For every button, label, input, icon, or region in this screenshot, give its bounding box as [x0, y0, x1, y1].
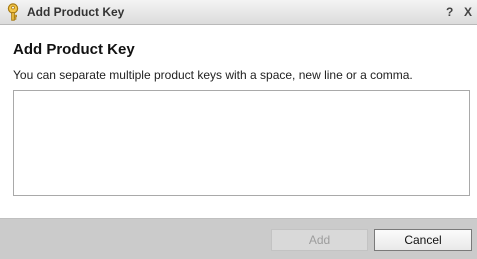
dialog-titlebar[interactable]: Add Product Key ? X: [0, 0, 477, 25]
add-product-key-dialog: Add Product Key ? X Add Product Key You …: [0, 0, 477, 259]
page-title: Add Product Key: [13, 41, 135, 58]
instructions-text: You can separate multiple product keys w…: [13, 68, 413, 82]
add-button[interactable]: Add: [271, 229, 368, 251]
key-icon: [5, 3, 21, 21]
help-button[interactable]: ?: [446, 5, 453, 19]
dialog-footer: Add Cancel: [0, 218, 477, 259]
dialog-title: Add Product Key: [27, 5, 125, 19]
cancel-button[interactable]: Cancel: [374, 229, 472, 251]
close-button[interactable]: X: [464, 5, 472, 19]
product-key-input[interactable]: [13, 90, 470, 196]
